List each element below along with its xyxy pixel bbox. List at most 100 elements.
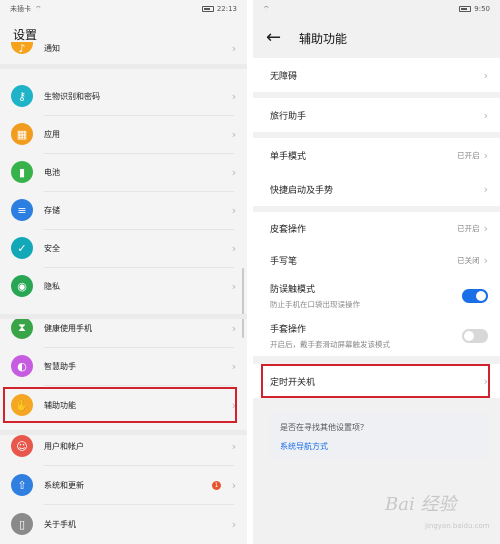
item-label: 手写笔 [270,256,298,267]
item-status-value: 已关闭 [457,255,480,265]
accessibility-item[interactable]: 单手模式 已开启 › [253,138,500,172]
settings-item-label: 隐私 [44,281,60,291]
settings-item-label: 系统和更新 [44,480,84,490]
settings-item-label: 存储 [44,205,60,215]
settings-item[interactable]: ⇧ 系统和更新 1 › [0,466,247,504]
settings-item-label: 通知 [44,43,60,53]
settings-item-label: 电池 [44,167,60,177]
settings-item[interactable]: ⚷ 生物识别和密码 › [0,77,247,115]
settings-item-label: 用户和帐户 [44,441,84,451]
suggestion-card: 是否在寻找其他设置项？ 系统导航方式 [270,413,489,459]
settings-item[interactable]: ◐ 智慧助手 › [0,347,247,385]
item-label: 单手模式 [270,151,307,162]
row-divider [44,115,234,116]
key-icon: ⚷ [11,85,33,107]
row-divider [44,153,234,154]
privacy-icon: ◉ [11,275,33,297]
highlight-box-accessibility [3,387,237,423]
group-gap [0,64,247,69]
chevron-right-icon: › [231,279,237,293]
update-badge: 1 [212,480,221,490]
settings-item[interactable]: ▮ 电池 › [0,153,247,191]
settings-screen: 未插卡 ⌔ 22:13 设置 ♪ 通知 › ⚷ 生物识别和密码 › ▦ 应用 › ▮ 电池 › ≡ 存储 ›… [0,0,247,544]
accessibility-item[interactable]: 防误触模式 防止手机在口袋出现误操作 [253,276,500,316]
battery-icon: ▮ [11,161,33,183]
bell-icon: ♪ [11,42,33,55]
chevron-right-icon: › [483,108,488,122]
chevron-right-icon: › [483,68,488,82]
settings-item[interactable]: ▯ 关于手机 › [0,505,247,543]
signal-icon: ⌔ [263,4,270,13]
shield-icon: ✓ [11,237,33,259]
chevron-right-icon: › [231,127,237,141]
chevron-right-icon: › [483,182,488,196]
phone-update-icon: ⇧ [11,474,33,496]
suggestion-question: 是否在寻找其他设置项？ [280,423,368,432]
toggle-knob [464,331,474,341]
row-divider [44,191,234,192]
storage-icon: ≡ [11,199,33,221]
settings-item-label: 健康使用手机 [44,323,92,333]
chevron-right-icon: › [231,203,237,217]
group-gap [0,430,247,435]
status-time: 9:50 [474,5,490,13]
item-description: 防止手机在口袋出现误操作 [270,300,360,309]
highlight-box-scheduled-power [261,364,490,398]
apps-icon: ▦ [11,123,33,145]
watermark-logo: Bai 经验 [385,494,457,515]
chevron-right-icon: › [231,517,237,531]
settings-item[interactable]: ♪ 通知 › [0,38,247,58]
settings-item-label: 应用 [44,129,60,139]
chevron-right-icon: › [231,478,237,492]
item-label: 旅行助手 [270,111,307,122]
toggle-switch[interactable] [462,289,488,303]
settings-item-label: 生物识别和密码 [44,91,100,101]
toggle-knob [476,291,486,301]
battery-status-icon [201,6,214,12]
toggle-switch[interactable] [462,329,488,343]
settings-item[interactable]: ≡ 存储 › [0,191,247,229]
chevron-right-icon: › [231,321,237,335]
chevron-right-icon: › [231,41,237,55]
watermark-url: jingyan.baidu.com [425,522,490,530]
item-label: 快捷启动及手势 [270,185,334,196]
settings-item[interactable]: ✓ 安全 › [0,229,247,267]
accessibility-item[interactable]: 旅行助手 › [253,98,500,132]
settings-item-label: 安全 [44,243,60,253]
row-divider [44,347,234,348]
settings-item[interactable]: ◉ 隐私 › [0,267,247,305]
chevron-right-icon: › [483,253,488,267]
settings-item-label: 智慧助手 [44,361,76,371]
item-label: 无障碍 [270,71,298,82]
navigation-method-link[interactable]: 系统导航方式 [280,441,479,452]
chevron-right-icon: › [231,165,237,179]
scrollbar[interactable] [242,268,244,338]
page-title: 辅助功能 [299,32,348,46]
accessibility-item[interactable]: 皮套操作 已开启 › [253,212,500,244]
accessibility-item[interactable]: 无障碍 › [253,58,500,92]
row-divider [44,267,234,268]
status-time: 22:13 [216,5,237,13]
row-divider [44,465,234,466]
assistant-icon: ◐ [11,355,33,377]
chevron-right-icon: › [483,148,488,162]
wifi-icon: ⌔ [35,4,42,13]
item-label: 手套操作 [270,325,307,335]
item-label: 皮套操作 [270,224,307,235]
row-divider [44,229,234,230]
chevron-right-icon: › [231,359,237,373]
settings-item[interactable]: ▦ 应用 › [0,115,247,153]
item-description: 开启后，戴手套滑动屏幕触发该模式 [270,340,390,349]
accessibility-item[interactable]: 手写笔 已关闭 › [253,244,500,276]
battery-status-icon [459,6,472,12]
accessibility-item[interactable]: 快捷启动及手势 › [253,172,500,206]
hourglass-icon: ⧗ [11,317,33,339]
arrow-left-icon[interactable]: ← [266,27,281,48]
user-icon: ☺ [11,435,33,457]
group-gap [0,314,247,319]
chevron-right-icon: › [231,89,237,103]
settings-item-label: 关于手机 [44,519,76,529]
row-divider [44,385,234,386]
accessibility-item[interactable]: 手套操作开启后，戴手套滑动屏幕触发该模式 [253,316,500,356]
chevron-right-icon: › [231,439,237,453]
